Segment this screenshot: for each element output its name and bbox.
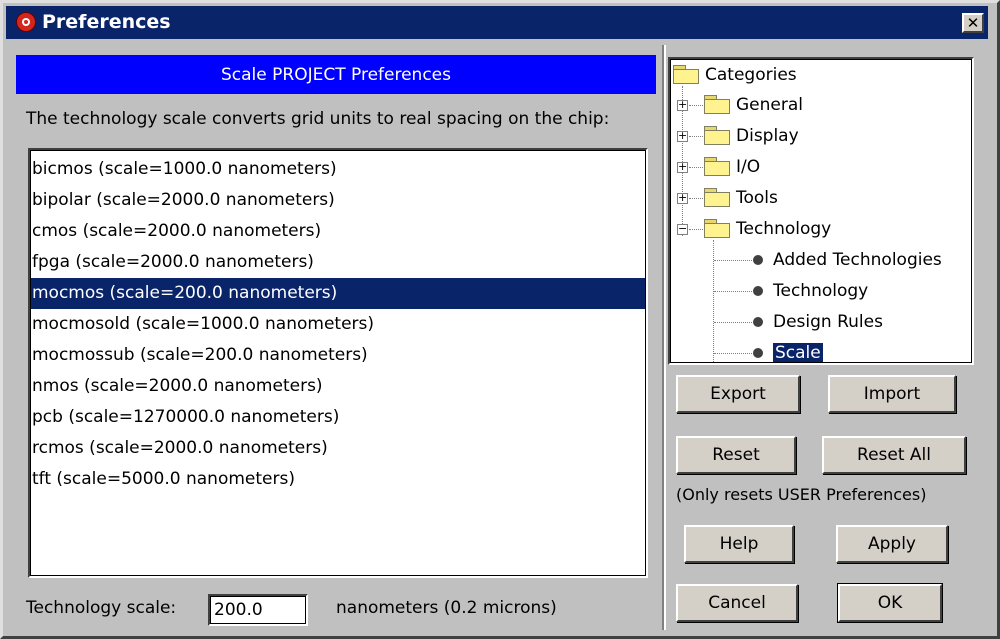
leaf-icon: [753, 317, 763, 327]
folder-icon: [704, 157, 730, 176]
close-button[interactable]: ✕: [962, 13, 984, 33]
leaf-icon: [753, 286, 763, 296]
ok-button[interactable]: OK: [837, 583, 943, 623]
tree-item-label-selected: Scale: [773, 343, 823, 363]
title-bar[interactable]: Preferences ✕: [6, 6, 988, 39]
list-item-bicmos[interactable]: bicmos (scale=1000.0 nanometers): [31, 154, 645, 185]
reset-note: (Only resets USER Preferences): [676, 485, 927, 504]
technology-scale-input[interactable]: [208, 594, 308, 626]
import-button[interactable]: Import: [828, 375, 956, 413]
tree-item-label: Added Technologies: [773, 250, 942, 270]
list-item-mocmosold[interactable]: mocmosold (scale=1000.0 nanometers): [31, 309, 645, 340]
expand-icon[interactable]: +: [677, 99, 688, 111]
tree-item-label: Display: [736, 126, 799, 146]
tree-item-technology-leaf[interactable]: Technology: [753, 276, 868, 306]
list-item-nmos[interactable]: nmos (scale=2000.0 nanometers): [31, 371, 645, 402]
folder-icon: [704, 126, 730, 145]
expand-icon[interactable]: +: [677, 192, 688, 204]
list-item-tft[interactable]: tft (scale=5000.0 nanometers): [31, 464, 645, 495]
folder-icon: [673, 65, 699, 84]
panel-header: Scale PROJECT Preferences: [16, 55, 656, 94]
export-button[interactable]: Export: [676, 375, 800, 413]
tree-item-label: Technology: [736, 219, 832, 239]
panel-divider: [662, 45, 666, 630]
tree-item-label: Tools: [736, 188, 778, 208]
tree-item-design-rules[interactable]: Design Rules: [753, 307, 883, 337]
electric-app-icon: [16, 12, 36, 32]
scale-units-label: nanometers (0.2 microns): [336, 598, 557, 618]
window-title: Preferences: [42, 11, 171, 33]
tree-item-general[interactable]: General: [704, 90, 803, 120]
tree-item-io[interactable]: I/O: [704, 152, 760, 182]
expand-icon[interactable]: +: [677, 161, 688, 173]
collapse-icon[interactable]: −: [677, 223, 688, 235]
list-item-mocmossub[interactable]: mocmossub (scale=200.0 nanometers): [31, 340, 645, 371]
categories-tree[interactable]: Categories + General + Display + I/O + T…: [668, 57, 974, 365]
list-item-mocmos[interactable]: mocmos (scale=200.0 nanometers): [31, 278, 645, 309]
tree-item-scale[interactable]: Scale: [753, 338, 823, 363]
cancel-button[interactable]: Cancel: [676, 584, 798, 622]
list-item-fpga[interactable]: fpga (scale=2000.0 nanometers): [31, 247, 645, 278]
reset-button[interactable]: Reset: [676, 436, 796, 474]
leaf-icon: [753, 255, 763, 265]
tree-item-added-technologies[interactable]: Added Technologies: [753, 245, 942, 275]
tree-item-label: Design Rules: [773, 312, 883, 332]
scale-description: The technology scale converts grid units…: [26, 109, 610, 129]
leaf-icon: [753, 348, 763, 358]
tree-item-label: General: [736, 95, 803, 115]
tree-item-tools[interactable]: Tools: [704, 183, 778, 213]
technology-list[interactable]: bicmos (scale=1000.0 nanometers) bipolar…: [28, 148, 648, 578]
tree-item-display[interactable]: Display: [704, 121, 799, 151]
tree-item-label: I/O: [736, 157, 761, 177]
technology-scale-label: Technology scale:: [26, 598, 177, 618]
tree-item-label: Technology: [773, 281, 869, 301]
list-item-cmos[interactable]: cmos (scale=2000.0 nanometers): [31, 216, 645, 247]
folder-icon: [704, 95, 730, 114]
apply-button[interactable]: Apply: [836, 525, 948, 563]
folder-icon: [704, 219, 730, 238]
list-item-bipolar[interactable]: bipolar (scale=2000.0 nanometers): [31, 185, 645, 216]
list-item-pcb[interactable]: pcb (scale=1270000.0 nanometers): [31, 402, 645, 433]
list-item-rcmos[interactable]: rcmos (scale=2000.0 nanometers): [31, 433, 645, 464]
reset-all-button[interactable]: Reset All: [822, 436, 966, 474]
help-button[interactable]: Help: [684, 525, 794, 563]
tree-root-label: Categories: [705, 65, 797, 85]
scale-preferences-panel: Scale PROJECT Preferences The technology…: [16, 55, 656, 628]
expand-icon[interactable]: +: [677, 130, 688, 142]
tree-root[interactable]: Categories: [673, 60, 797, 90]
folder-icon: [704, 188, 730, 207]
tree-item-technology[interactable]: Technology: [704, 214, 831, 244]
